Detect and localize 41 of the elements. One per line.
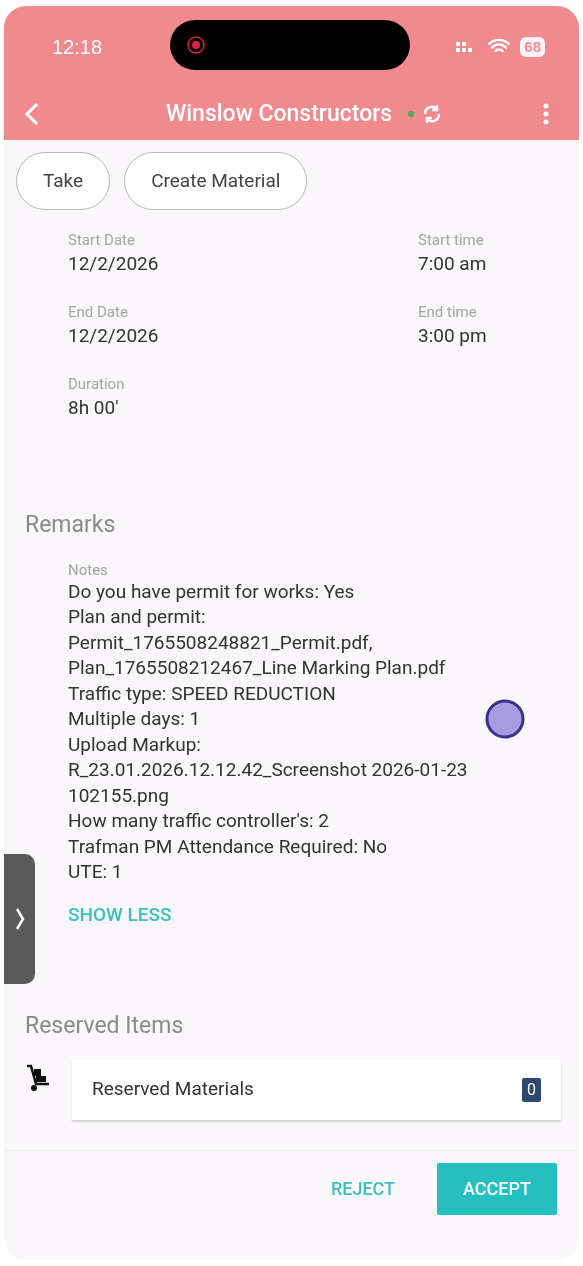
field-label: End time [418,302,478,322]
section-heading: Remarks [25,510,117,540]
note-line: Do you have permit for works: Yes [68,578,355,604]
notes-label: Notes [68,560,108,579]
hand-truck-icon [24,1063,52,1092]
field-label: Duration [68,374,126,394]
field-value: 8h 00' [68,395,120,421]
reserved-materials-row[interactable]: Reserved Materials 0 [72,1059,561,1120]
action-chip[interactable]: Create Material [124,152,308,210]
battery-indicator: 68 [520,37,545,57]
note-line: UTE: 1 [68,859,123,885]
note-line: Upload Markup: [68,731,201,757]
note-line: R_23.01.2026.12.12.42_Screenshot 2026-01-23 [68,757,468,783]
count-badge: 0 [522,1077,541,1102]
field-value: 12/2/2026 [68,323,160,349]
side-drawer-tab[interactable] [4,854,35,984]
field-label: End Date [68,302,129,322]
note-line: Multiple days: 1 [68,706,201,732]
note-line: Plan_1765508212467_Line Marking Plan.pdf [68,655,446,681]
screen-title: Winslow Constructors [166,98,393,129]
note-line: Plan and permit: [68,604,206,630]
field-value: 12/2/2026 [68,251,160,277]
field-label: Start Date [68,230,136,250]
note-line: Traffic type: SPEED REDUCTION [68,680,336,706]
status-time: 12:18 [52,35,103,60]
recording-icon [186,35,206,55]
field-value: 3:00 pm [418,323,488,349]
note-line: 102155.png [68,782,169,808]
touch-indicator-icon [485,699,525,739]
more-icon[interactable] [543,102,549,126]
chevron-icon [14,907,25,931]
note-line: Permit_1765508248821_Permit.pdf, [68,629,373,655]
note-line: How many traffic controller's: 2 [68,808,329,834]
note-line: Trafman PM Attendance Required: No [68,833,388,859]
field-label: Start time [418,230,485,250]
back-icon[interactable] [24,102,40,126]
wifi-icon [488,39,511,55]
section-heading: Reserved Items [25,1011,185,1041]
row-label: Reserved Materials [92,1076,254,1103]
field-value: 7:00 am [418,251,488,277]
action-chip[interactable]: Take [16,152,111,210]
